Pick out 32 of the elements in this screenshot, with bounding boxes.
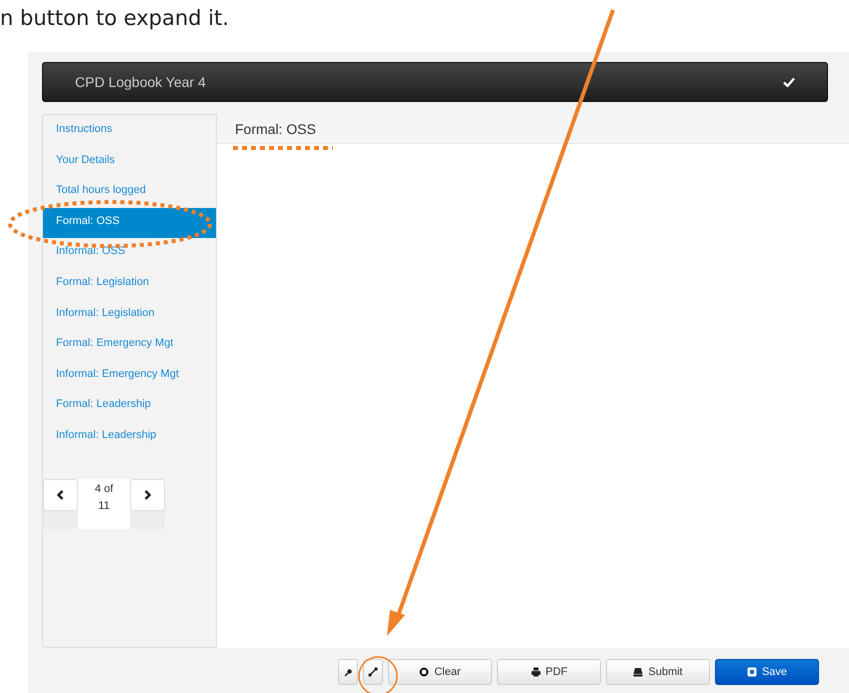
printer-icon xyxy=(530,667,540,677)
expand-button[interactable] xyxy=(363,659,383,685)
toolbar-button[interactable]: Submit xyxy=(606,659,710,685)
pin-button[interactable] xyxy=(338,659,358,685)
sidebar-link[interactable]: Formal: OSS xyxy=(43,208,216,238)
next-button[interactable] xyxy=(130,478,165,511)
previous-button[interactable] xyxy=(43,478,78,511)
toolbar-button[interactable]: Clear xyxy=(388,659,492,685)
sidebar-link[interactable]: Informal: Leadership xyxy=(43,422,216,453)
toolbar-button[interactable]: Save xyxy=(715,659,819,685)
caption-text: n button to expand it. xyxy=(0,5,230,32)
sidebar-link[interactable]: Informal: Emergency Mgt xyxy=(43,360,216,392)
stop-icon xyxy=(419,667,430,677)
save-icon xyxy=(746,667,757,677)
app-title: CPD Logbook Year 4 xyxy=(75,72,206,92)
sidebar-link[interactable]: Your Details xyxy=(43,146,216,178)
page-counter: 4 of 11 xyxy=(78,478,130,529)
sidebar-link[interactable]: Informal: OSS xyxy=(43,238,216,269)
sidebar-link[interactable]: Formal: Emergency Mgt xyxy=(43,330,216,361)
sidebar-link[interactable]: Total hours logged xyxy=(43,177,216,208)
inbox-icon xyxy=(633,667,644,677)
expand-icon xyxy=(368,667,378,677)
sidebar-link[interactable]: Instructions xyxy=(43,116,216,147)
chevron-left-icon xyxy=(57,490,64,500)
sidebar-link[interactable]: Formal: Leadership xyxy=(43,391,216,422)
check-icon xyxy=(783,77,795,87)
chevron-right-icon xyxy=(144,490,151,500)
pin-icon xyxy=(343,667,353,677)
sidebar-link[interactable]: Informal: Legislation xyxy=(43,300,216,330)
page-heading: Formal: OSS xyxy=(217,114,849,144)
sidebar-link[interactable]: Formal: Legislation xyxy=(43,268,216,300)
toolbar-button[interactable]: PDF xyxy=(497,659,601,685)
